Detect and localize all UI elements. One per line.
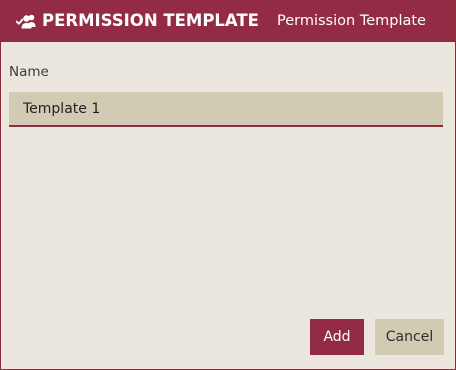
- users-check-icon: [15, 13, 36, 29]
- dialog-titlebar: PERMISSION TEMPLATE Permission Template: [1, 1, 455, 42]
- name-input[interactable]: [9, 92, 443, 125]
- name-field-label: Name: [9, 64, 49, 80]
- cancel-button[interactable]: Cancel: [375, 319, 444, 355]
- add-button[interactable]: Add: [310, 319, 364, 355]
- dialog-title: PERMISSION TEMPLATE: [42, 11, 259, 30]
- name-field-container: [9, 92, 443, 127]
- dialog-subtitle: Permission Template: [277, 13, 426, 29]
- permission-template-dialog: PERMISSION TEMPLATE Permission Template …: [0, 0, 456, 370]
